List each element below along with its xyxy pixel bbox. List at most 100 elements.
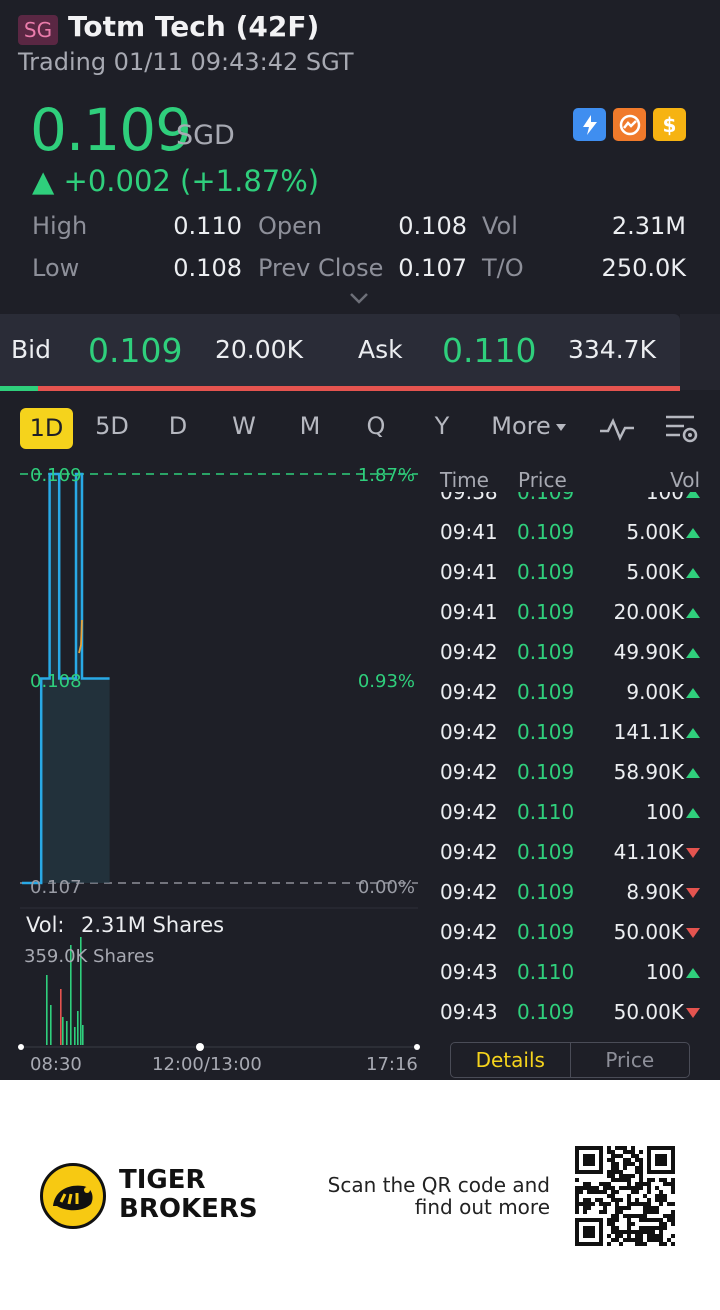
- qr-module: [659, 1194, 663, 1198]
- intraday-chart[interactable]: [0, 455, 425, 1080]
- qr-module: [627, 1158, 631, 1162]
- trade-price: 0.109: [517, 720, 575, 744]
- qr-module: [647, 1198, 651, 1202]
- trades-list[interactable]: 09:38 0.109 100 09:41 0.109 5.00K 09:41 0.109 5.…: [430, 492, 720, 1037]
- trade-volume: 50.00K: [613, 1000, 684, 1024]
- tab-w[interactable]: W: [226, 412, 262, 440]
- qr-module: [635, 1166, 639, 1170]
- tab-m[interactable]: M: [292, 412, 328, 440]
- chart-mid-pct: 0.93%: [357, 671, 415, 692]
- qr-module: [575, 1186, 579, 1190]
- qr-finder: [655, 1154, 667, 1166]
- qr-module: [663, 1222, 667, 1226]
- brand-name: TIGER BROKERS: [119, 1166, 258, 1224]
- volume-bar: [66, 1021, 68, 1045]
- tab-price[interactable]: Price: [571, 1043, 690, 1077]
- trade-row: 09:38 0.109 100: [430, 492, 720, 520]
- qr-module: [639, 1174, 643, 1178]
- qr-module: [627, 1198, 631, 1202]
- chart-top-price: 0.109: [30, 465, 82, 486]
- trade-time: 09:42: [440, 920, 498, 944]
- qr-module: [635, 1238, 639, 1242]
- lightning-icon[interactable]: [573, 108, 606, 141]
- qr-module: [627, 1238, 631, 1242]
- trade-volume: 20.00K: [613, 600, 684, 624]
- qr-module: [611, 1178, 615, 1182]
- chart-bottom-pct: 0.00%: [357, 877, 415, 898]
- qr-module: [627, 1218, 631, 1222]
- chevron-down-icon[interactable]: [348, 290, 370, 306]
- indicator-icon[interactable]: [598, 414, 638, 444]
- qr-module: [631, 1146, 635, 1150]
- stat-turnover-label: T/O: [482, 254, 524, 282]
- trade-row: 09:42 0.110 100: [430, 800, 720, 840]
- tab-5d[interactable]: 5D: [92, 412, 132, 440]
- qr-module: [647, 1190, 651, 1194]
- qr-module: [667, 1202, 671, 1206]
- qr-module: [659, 1178, 663, 1182]
- qr-module: [619, 1178, 623, 1182]
- trade-volume: 9.00K: [626, 680, 684, 704]
- last-price: 0.109: [30, 96, 192, 164]
- trading-status: Trading 01/11 09:43:42 SGT: [18, 48, 354, 76]
- qr-module: [627, 1222, 631, 1226]
- chart-settings-icon[interactable]: [664, 413, 700, 445]
- qr-module: [627, 1186, 631, 1190]
- trade-row: 09:43 0.110 100: [430, 960, 720, 1000]
- qr-module: [603, 1206, 607, 1210]
- trade-price: 0.109: [517, 1000, 575, 1024]
- qr-module: [587, 1182, 591, 1186]
- volume-bar: [50, 1005, 52, 1045]
- up-arrow-icon: [686, 528, 700, 538]
- qr-module: [635, 1182, 639, 1186]
- qr-module: [627, 1234, 631, 1238]
- qr-module: [639, 1170, 643, 1174]
- qr-module: [583, 1186, 587, 1190]
- trade-time: 09:43: [440, 1000, 498, 1024]
- qr-module: [575, 1210, 579, 1214]
- qr-module: [627, 1182, 631, 1186]
- qr-module: [647, 1238, 651, 1242]
- tab-details[interactable]: Details: [451, 1043, 571, 1077]
- qr-module: [643, 1214, 647, 1218]
- qr-module: [663, 1182, 667, 1186]
- dollar-icon[interactable]: $: [653, 108, 686, 141]
- chart-icon[interactable]: [613, 108, 646, 141]
- qr-module: [627, 1230, 631, 1234]
- qr-module: [575, 1202, 579, 1206]
- up-arrow-icon: [686, 728, 700, 738]
- tab-y[interactable]: Y: [424, 412, 460, 440]
- qr-module: [651, 1230, 655, 1234]
- qr-module: [615, 1218, 619, 1222]
- qr-module: [663, 1178, 667, 1182]
- chart-mid-price: 0.108: [30, 671, 82, 692]
- qr-module: [611, 1158, 615, 1162]
- tab-d[interactable]: D: [160, 412, 196, 440]
- dropdown-caret-icon: [556, 424, 566, 431]
- volume-bar: [60, 989, 62, 1045]
- qr-finder: [583, 1226, 595, 1238]
- qr-module: [619, 1230, 623, 1234]
- qr-module: [639, 1238, 643, 1242]
- currency: SGD: [176, 120, 235, 151]
- qr-module: [611, 1166, 615, 1170]
- qr-module: [659, 1242, 663, 1246]
- trade-row: 09:42 0.109 58.90K: [430, 760, 720, 800]
- tab-q[interactable]: Q: [358, 412, 394, 440]
- trade-volume: 41.10K: [613, 840, 684, 864]
- bid-label: Bid: [11, 335, 51, 364]
- qr-module: [655, 1238, 659, 1242]
- qr-module: [607, 1242, 611, 1246]
- qr-module: [651, 1226, 655, 1230]
- qr-module: [587, 1198, 591, 1202]
- qr-module: [587, 1202, 591, 1206]
- qr-module: [607, 1174, 611, 1178]
- qr-module: [623, 1166, 627, 1170]
- time-mid: 12:00/13:00: [152, 1054, 262, 1075]
- qr-module: [619, 1210, 623, 1214]
- stat-low-value: 0.108: [173, 254, 242, 282]
- tab-1d[interactable]: 1D: [20, 408, 73, 449]
- qr-module: [647, 1206, 651, 1210]
- tab-more[interactable]: More: [490, 412, 552, 440]
- stat-open-label: Open: [258, 212, 323, 240]
